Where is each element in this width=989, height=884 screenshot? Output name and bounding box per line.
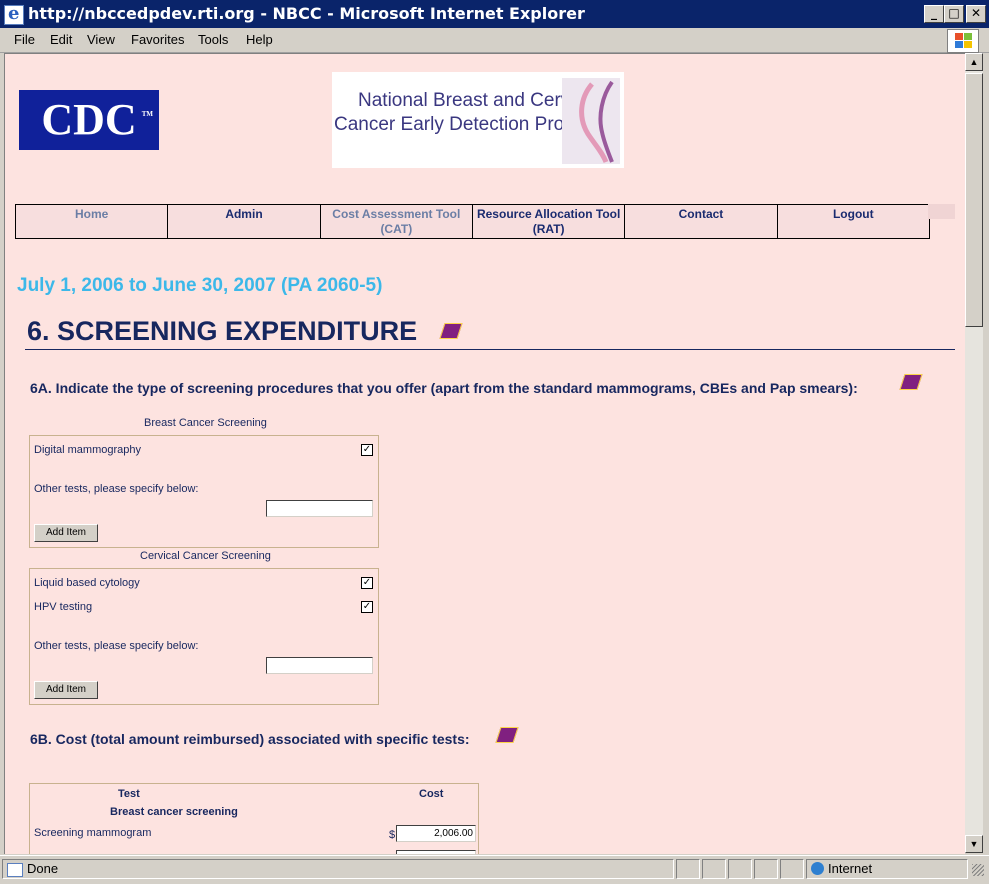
question-6b: 6B. Cost (total amount reimbursed) assoc… bbox=[30, 731, 470, 747]
program-logo: National Breast and Cervical Cancer Earl… bbox=[332, 72, 624, 168]
cervical-add-item-button[interactable]: Add Item bbox=[34, 681, 98, 699]
menu-favorites[interactable]: Favorites bbox=[131, 32, 184, 47]
maximize-button[interactable]: □ bbox=[944, 5, 964, 23]
window-title: http://nbccedpdev.rti.org - NBCC - Micro… bbox=[28, 4, 585, 23]
close-button[interactable]: ✕ bbox=[966, 5, 986, 23]
next-cost-input[interactable] bbox=[396, 850, 476, 854]
status-pane bbox=[754, 859, 778, 879]
liquid-cytology-checkbox[interactable]: ✓ bbox=[361, 577, 373, 589]
currency-symbol: $ bbox=[389, 829, 396, 841]
cost-table: Test Cost Breast cancer screening Screen… bbox=[29, 783, 479, 854]
breast-screening-panel: Digital mammography ✓ Other tests, pleas… bbox=[29, 435, 379, 548]
section-title: 6. SCREENING EXPENDITURE bbox=[27, 316, 418, 346]
scroll-down-button[interactable]: ▼ bbox=[965, 835, 983, 853]
screening-mammogram-cost-input[interactable]: 2,006.00 bbox=[396, 825, 476, 842]
help-book-icon[interactable] bbox=[495, 727, 519, 743]
vertical-scrollbar[interactable]: ▲ ▼ bbox=[965, 53, 983, 853]
minimize-button[interactable]: _ bbox=[924, 5, 944, 23]
hpv-testing-checkbox[interactable]: ✓ bbox=[361, 601, 373, 613]
nav-cost-assessment-tool[interactable]: Cost Assessment Tool (CAT) bbox=[321, 205, 473, 238]
cost-table-cost-header: Cost bbox=[419, 788, 444, 800]
nav-resource-allocation-tool[interactable]: Resource Allocation Tool (RAT) bbox=[473, 205, 626, 238]
status-pane bbox=[728, 859, 752, 879]
menu-tools[interactable]: Tools bbox=[198, 32, 228, 47]
pink-ribbon-icon bbox=[562, 78, 620, 164]
scroll-thumb[interactable] bbox=[965, 73, 983, 327]
nav-logout[interactable]: Logout bbox=[778, 205, 929, 238]
screening-mammogram-label: Screening mammogram bbox=[34, 827, 152, 839]
status-text: Done bbox=[27, 861, 59, 876]
cdc-logo: CDC TM bbox=[19, 90, 159, 150]
menu-edit[interactable]: Edit bbox=[50, 32, 72, 47]
resize-grip[interactable] bbox=[972, 864, 984, 876]
globe-icon bbox=[811, 862, 824, 875]
scroll-up-button[interactable]: ▲ bbox=[965, 53, 983, 71]
title-bar: http://nbccedpdev.rti.org - NBCC - Micro… bbox=[0, 0, 989, 28]
hpv-testing-label: HPV testing bbox=[34, 601, 93, 613]
cost-table-test-header: Test bbox=[118, 788, 140, 800]
help-book-icon[interactable] bbox=[439, 323, 463, 339]
liquid-cytology-label: Liquid based cytology bbox=[34, 577, 140, 589]
question-6a: 6A. Indicate the type of screening proce… bbox=[30, 380, 858, 396]
nav-admin[interactable]: Admin bbox=[168, 205, 321, 238]
windows-logo-icon bbox=[947, 29, 979, 53]
status-pane bbox=[676, 859, 700, 879]
zone-text: Internet bbox=[828, 861, 873, 876]
cervical-other-label: Other tests, please specify below: bbox=[34, 640, 199, 652]
breast-cancer-screening-group: Breast cancer screening bbox=[110, 806, 238, 818]
status-text-cell: Done bbox=[2, 859, 674, 879]
page-status-icon bbox=[7, 863, 23, 877]
section-divider bbox=[25, 349, 955, 350]
digital-mammography-checkbox[interactable]: ✓ bbox=[361, 444, 373, 456]
cervical-other-input[interactable] bbox=[266, 657, 373, 674]
help-book-icon[interactable] bbox=[899, 374, 923, 390]
cervical-screening-panel: Liquid based cytology ✓ HPV testing ✓ Ot… bbox=[29, 568, 379, 705]
nav-extension bbox=[928, 204, 955, 219]
ie-icon bbox=[4, 3, 24, 25]
menu-help[interactable]: Help bbox=[246, 32, 273, 47]
menu-bar: File Edit View Favorites Tools Help bbox=[0, 28, 989, 53]
menu-view[interactable]: View bbox=[87, 32, 115, 47]
nav-contact[interactable]: Contact bbox=[625, 205, 778, 238]
reporting-period: July 1, 2006 to June 30, 2007 (PA 2060-5… bbox=[17, 275, 383, 296]
breast-add-item-button[interactable]: Add Item bbox=[34, 524, 98, 542]
menu-file[interactable]: File bbox=[14, 32, 35, 47]
status-pane bbox=[780, 859, 804, 879]
page-viewport: CDC TM National Breast and Cervical Cance… bbox=[4, 53, 965, 854]
digital-mammography-label: Digital mammography bbox=[34, 444, 141, 456]
status-pane bbox=[702, 859, 726, 879]
breast-screening-caption: Breast Cancer Screening bbox=[144, 417, 267, 429]
breast-other-label: Other tests, please specify below: bbox=[34, 483, 199, 495]
zone-cell: Internet bbox=[806, 859, 968, 879]
status-bar: Done Internet bbox=[0, 855, 989, 884]
breast-other-input[interactable] bbox=[266, 500, 373, 517]
nav-home[interactable]: Home bbox=[16, 205, 169, 238]
cervical-screening-caption: Cervical Cancer Screening bbox=[140, 550, 271, 562]
main-nav: Home Admin Cost Assessment Tool (CAT) Re… bbox=[15, 204, 930, 239]
